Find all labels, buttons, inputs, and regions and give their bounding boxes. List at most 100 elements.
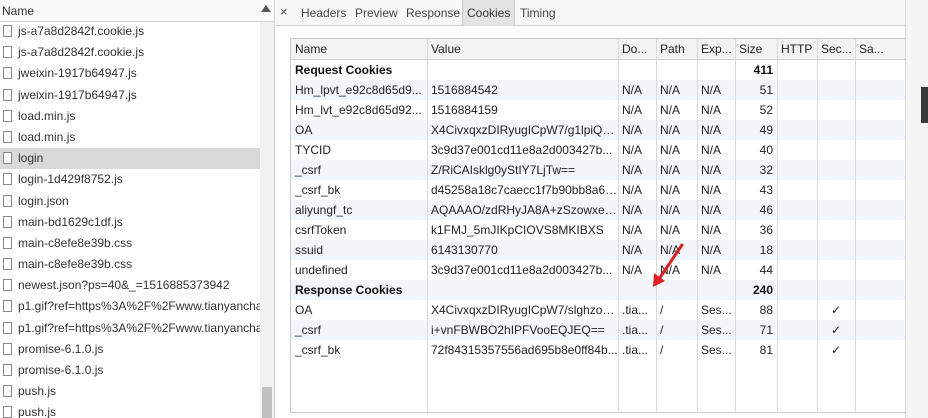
- request-list-item[interactable]: main-c8efe8e39b.css: [0, 233, 260, 254]
- cookie-domain: N/A: [622, 203, 643, 217]
- tab-preview[interactable]: Preview: [351, 0, 402, 26]
- table-row[interactable]: ssuid 6143130770 N/A N/A N/A 18: [291, 240, 907, 260]
- table-row[interactable]: csrfToken k1FMJ_5mJIKpCIOVS8MKIBXS N/A N/A N…: [291, 220, 907, 240]
- request-list-header[interactable]: Name: [0, 0, 274, 22]
- file-icon: [3, 236, 12, 249]
- response-cookies-section-row[interactable]: Response Cookies 240: [291, 280, 907, 300]
- column-header-size[interactable]: Size: [735, 39, 777, 59]
- cookie-size: 36: [759, 223, 773, 237]
- cookie-expires: N/A: [701, 183, 722, 197]
- column-divider[interactable]: [817, 39, 818, 411]
- cookie-value: i+vnFBWBO2hIPFVooEQJEQ==: [431, 323, 605, 337]
- table-row[interactable]: Hm_lvt_e92c8d65d92... 1516884159 N/A N/A N/A…: [291, 100, 907, 120]
- cookie-path: N/A: [660, 183, 681, 197]
- column-header-samesite[interactable]: Sa...: [855, 39, 909, 59]
- cookie-size: 81: [759, 343, 773, 357]
- cookie-domain: N/A: [622, 143, 643, 157]
- cookie-path: /: [660, 343, 664, 357]
- cookie-samesite: [855, 160, 909, 180]
- request-list-item[interactable]: js-a7a8d2842f.cookie.js: [0, 21, 260, 42]
- request-list-scrollbar[interactable]: [260, 22, 274, 418]
- cookie-domain: N/A: [622, 123, 643, 137]
- request-list-item[interactable]: p1.gif?ref=https%3A%2F%2Fwww.tianyancha.: [0, 296, 260, 317]
- cookie-httponly: [777, 180, 817, 200]
- request-list-item[interactable]: login-1d429f8752.js: [0, 169, 260, 190]
- file-icon: [3, 385, 12, 398]
- request-list-item[interactable]: js-a7a8d2842f.cookie.js: [0, 42, 260, 63]
- tab-headers[interactable]: Headers: [297, 0, 350, 26]
- tab-cookies[interactable]: Cookies: [462, 0, 516, 26]
- cookie-secure: ✓: [830, 303, 842, 317]
- column-divider[interactable]: [427, 39, 428, 411]
- request-name: main-c8efe8e39b.css: [18, 235, 133, 250]
- request-list-item[interactable]: push.js: [0, 381, 260, 402]
- column-header-path[interactable]: Path: [656, 39, 697, 59]
- section-size: 411: [753, 63, 773, 77]
- table-row[interactable]: OA X4CivxqxzDIRyugICpW7/slghzoe... .tia...…: [291, 300, 907, 320]
- request-name: jweixin-1917b64947.js: [18, 66, 137, 81]
- tab-timing[interactable]: Timing: [516, 0, 560, 26]
- column-header-secure[interactable]: Sec...: [817, 39, 855, 59]
- cookie-httponly: [777, 260, 817, 280]
- column-divider[interactable]: [735, 39, 736, 411]
- request-list: js-a7a8d2842f.cookie.js js-a7a8d2842f.coo…: [0, 21, 260, 418]
- column-divider[interactable]: [697, 39, 698, 411]
- cookie-httponly: [777, 120, 817, 140]
- cookie-secure: [817, 160, 855, 180]
- request-list-item[interactable]: p1.gif?ref=https%3A%2F%2Fwww.tianyancha.: [0, 318, 260, 339]
- tab-response[interactable]: Response: [402, 0, 464, 26]
- request-list-item[interactable]: jweixin-1917b64947.js: [0, 63, 260, 84]
- table-row[interactable]: TYCID 3c9d37e001cd11e8a2d003427b... N/A N/A…: [291, 140, 907, 160]
- column-divider[interactable]: [777, 39, 778, 411]
- cookie-path: N/A: [660, 83, 681, 97]
- request-list-item[interactable]: promise-6.1.0.js: [0, 339, 260, 360]
- column-header-http[interactable]: HTTP: [777, 39, 817, 59]
- cookie-expires: N/A: [701, 263, 722, 277]
- scrollbar-thumb[interactable]: [262, 387, 272, 418]
- column-divider[interactable]: [855, 39, 856, 411]
- cookie-secure: [817, 80, 855, 100]
- table-row[interactable]: _csrf i+vnFBWBO2hIPFVooEQJEQ== .tia... / Ses…: [291, 320, 907, 340]
- request-list-item[interactable]: main-bd1629c1df.js: [0, 212, 260, 233]
- request-list-item[interactable]: promise-6.1.0.js: [0, 360, 260, 381]
- sort-ascending-icon[interactable]: [261, 5, 271, 12]
- request-list-item[interactable]: main-c8efe8e39b.css: [0, 254, 260, 275]
- table-row[interactable]: OA X4CivxqxzDIRyugICpW7/g1lpiQR... N/A N/A N…: [291, 120, 907, 140]
- request-list-item[interactable]: login: [0, 148, 260, 170]
- cookie-samesite: [855, 340, 909, 360]
- table-row[interactable]: aliyungf_tc AQAAAO/zdRHyJA8A+zSzowxe9... N…: [291, 200, 907, 220]
- cookie-samesite: [855, 80, 909, 100]
- column-header-value[interactable]: Value: [427, 39, 618, 59]
- request-list-item[interactable]: load.min.js: [0, 106, 260, 127]
- close-icon[interactable]: ×: [280, 4, 288, 19]
- column-header-expires[interactable]: Exp...: [697, 39, 735, 59]
- cookie-expires: N/A: [701, 243, 722, 257]
- cookie-name: Hm_lpvt_e92c8d65d9...: [295, 83, 422, 97]
- table-row[interactable]: undefined 3c9d37e001cd11e8a2d003427b... N/…: [291, 260, 907, 280]
- cookie-size: 18: [759, 243, 773, 257]
- table-row[interactable]: _csrf_bk 72f84315357556ad695b8e0ff84b....…: [291, 340, 907, 360]
- cookie-secure: [817, 100, 855, 120]
- table-row[interactable]: Hm_lpvt_e92c8d65d9... 1516884542 N/A N/A N/A…: [291, 80, 907, 100]
- request-list-item[interactable]: jweixin-1917b64947.js: [0, 85, 260, 106]
- request-list-item[interactable]: load.min.js: [0, 127, 260, 148]
- cookie-path: N/A: [660, 123, 681, 137]
- request-list-item[interactable]: login.json: [0, 191, 260, 212]
- file-icon: [3, 215, 12, 228]
- cookie-secure: [817, 220, 855, 240]
- column-divider[interactable]: [618, 39, 619, 411]
- file-icon: [3, 279, 12, 292]
- column-header-domain[interactable]: Do...: [618, 39, 656, 59]
- table-row[interactable]: _csrf_bk d45258a18c7caecc1f7b90bb8a6f... N…: [291, 180, 907, 200]
- column-divider[interactable]: [656, 39, 657, 411]
- file-icon: [3, 194, 12, 207]
- request-list-item[interactable]: newest.json?ps=40&_=1516885373942: [0, 275, 260, 296]
- name-column-header[interactable]: Name: [2, 4, 34, 18]
- cookie-value: d45258a18c7caecc1f7b90bb8a6f...: [431, 183, 618, 197]
- table-row[interactable]: _csrf Z/RiCAIsklg0yStIY7LjTw== N/A N/A N/A 32: [291, 160, 907, 180]
- request-cookies-section-row[interactable]: Request Cookies 411: [291, 60, 907, 80]
- cookie-samesite: [855, 260, 909, 280]
- request-list-item[interactable]: push.js: [0, 402, 260, 418]
- cookie-value: 6143130770: [431, 243, 498, 257]
- column-header-name[interactable]: Name: [291, 39, 427, 59]
